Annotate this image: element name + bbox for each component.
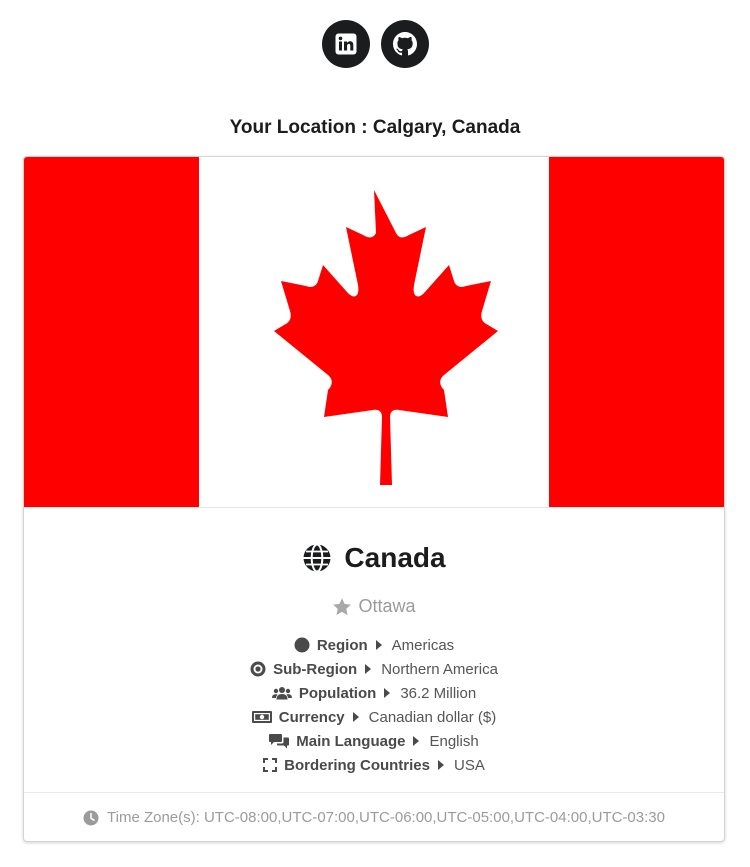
expand-icon <box>263 758 278 772</box>
country-card: Canada Ottawa Region Americas Sub-Region… <box>23 156 725 842</box>
money-bill-icon <box>251 711 272 723</box>
fact-label: Main Language <box>296 732 406 750</box>
github-icon <box>392 32 417 56</box>
clock-icon <box>83 810 99 825</box>
fact-value: 36.2 Million <box>400 684 477 702</box>
social-links <box>0 20 750 68</box>
fact-value: Canadian dollar ($) <box>368 708 497 726</box>
caret-right-icon <box>438 760 444 770</box>
caret-right-icon <box>352 712 359 722</box>
country-flag <box>24 157 724 508</box>
caret-right-icon <box>365 664 372 674</box>
facts-list: Region Americas Sub-Region Northern Amer… <box>24 633 724 777</box>
fact-label: Population <box>298 684 377 702</box>
fact-label: Region <box>316 636 368 654</box>
capital-name: Ottawa <box>358 596 416 616</box>
country-name: Canada <box>344 542 446 573</box>
fact-bordering-countries: Bordering Countries USA <box>24 753 724 777</box>
fact-population: Population 36.2 Million <box>24 681 724 705</box>
dot-circle-icon <box>250 661 266 677</box>
fact-sub-region: Sub-Region Northern America <box>24 657 724 681</box>
star-icon <box>333 597 352 615</box>
timezone-footer: Time Zone(s): UTC-08:00,UTC-07:00,UTC-06… <box>24 792 724 841</box>
users-icon <box>271 686 292 700</box>
comments-icon <box>269 733 290 749</box>
user-location: Your Location : Calgary, Canada <box>229 117 521 138</box>
fact-value: English <box>429 732 479 750</box>
caret-right-icon <box>375 640 382 650</box>
fact-value: USA <box>454 756 485 774</box>
github-button[interactable] <box>380 20 429 68</box>
fact-label: Currency <box>278 708 345 726</box>
fact-value: Americas <box>391 636 455 654</box>
fact-region: Region Americas <box>24 633 724 657</box>
fact-currency: Currency Canadian dollar ($) <box>24 705 724 729</box>
caret-right-icon <box>413 736 420 746</box>
fact-label: Sub-Region <box>273 660 358 678</box>
fact-value: Northern America <box>381 660 498 678</box>
circle-icon <box>294 637 310 653</box>
linkedin-button[interactable] <box>321 20 370 68</box>
fact-label: Bordering Countries <box>284 756 430 774</box>
fact-main-language: Main Language English <box>24 729 724 753</box>
capital-row: Ottawa <box>24 596 724 617</box>
linkedin-icon <box>335 33 356 55</box>
caret-right-icon <box>384 688 391 698</box>
globe-icon <box>303 543 331 573</box>
country-header: Canada <box>24 542 724 574</box>
country-details: Canada Ottawa Region Americas Sub-Region… <box>24 508 724 792</box>
timezone-text: Time Zone(s): UTC-08:00,UTC-07:00,UTC-06… <box>107 809 665 826</box>
